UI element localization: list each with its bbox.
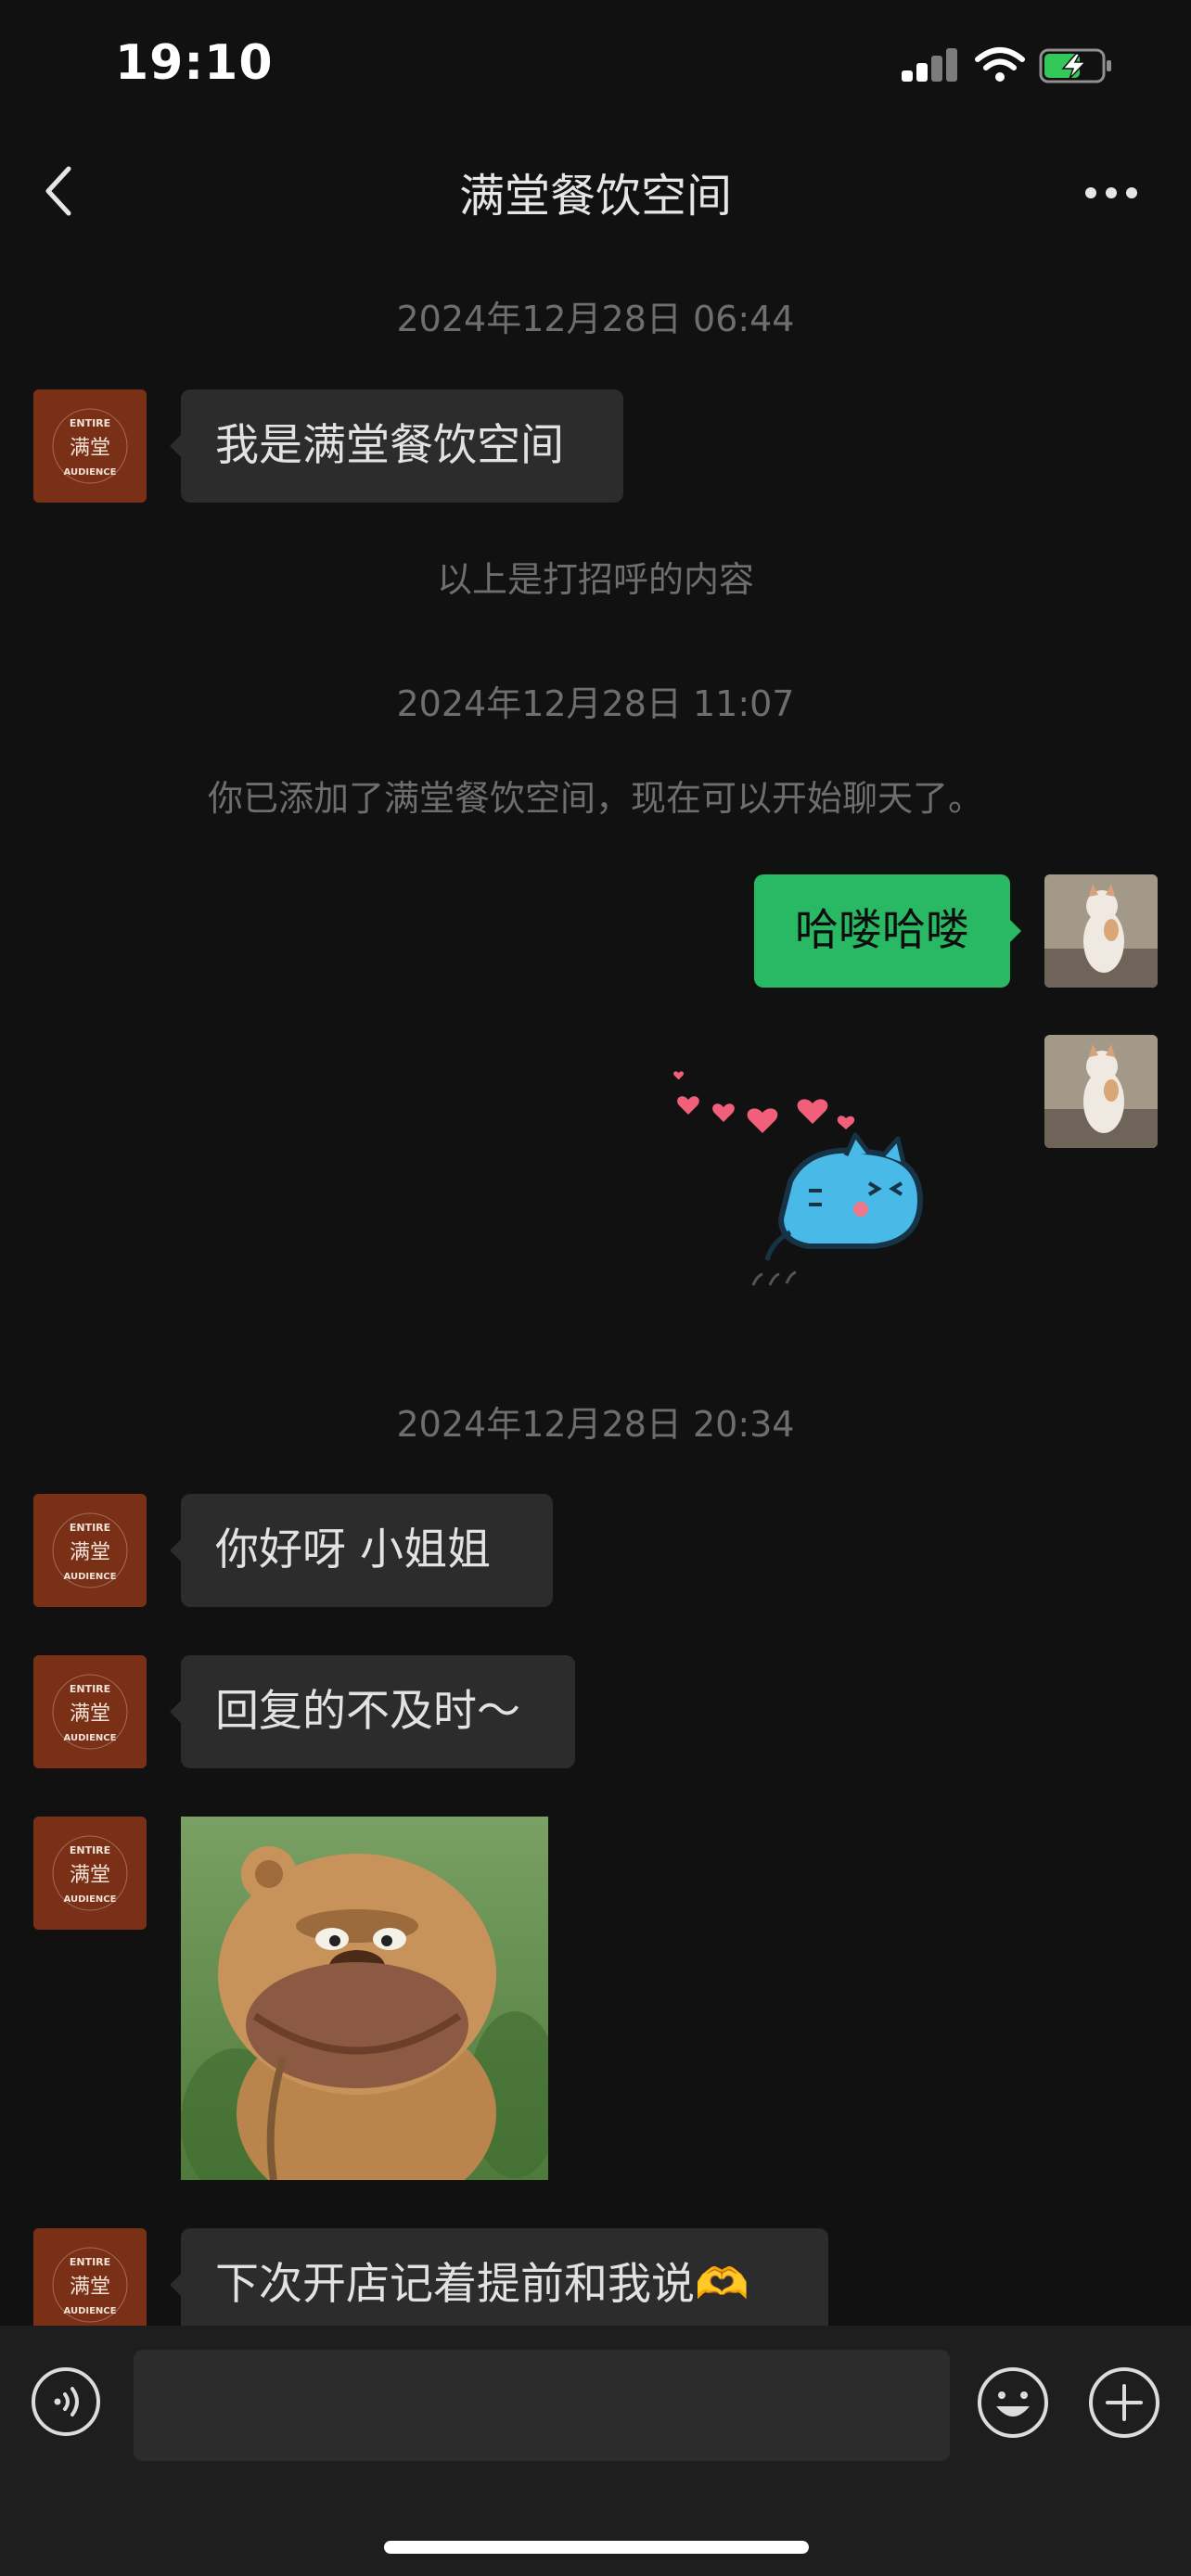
svg-text:ENTIRE: ENTIRE [70, 1683, 110, 1695]
brand-logo: ENTIRE 满堂 AUDIENCE [33, 1655, 147, 1768]
svg-text:ENTIRE: ENTIRE [70, 1522, 110, 1534]
motion-lines-icon [751, 1270, 797, 1286]
chat-title: 满堂餐饮空间 [458, 170, 732, 223]
contact-avatar[interactable]: ENTIRE 满堂 AUDIENCE [33, 2228, 147, 2341]
svg-text:满堂: 满堂 [70, 1541, 110, 1564]
svg-text:满堂: 满堂 [70, 2276, 110, 2299]
plus-icon [1089, 2367, 1159, 2438]
voice-icon [32, 2367, 100, 2436]
emoji-button[interactable] [976, 2366, 1050, 2440]
brand-logo: ENTIRE 满堂 AUDIENCE [33, 1494, 147, 1607]
svg-text:ENTIRE: ENTIRE [70, 417, 110, 429]
home-indicator [384, 2541, 809, 2554]
svg-text:AUDIENCE: AUDIENCE [64, 1894, 117, 1905]
message-text: 你好呀 小姐姐 [215, 1524, 491, 1575]
message-text: 我是满堂餐饮空间 [215, 420, 564, 471]
wifi-icon [975, 47, 1025, 82]
message-text: 下次开店记着提前和我说🫶 [215, 2259, 749, 2310]
svg-text:AUDIENCE: AUDIENCE [64, 2306, 117, 2316]
my-avatar[interactable] [1044, 874, 1158, 988]
message-bubble-incoming[interactable]: 回复的不及时～ [170, 1655, 575, 1768]
contact-avatar[interactable]: ENTIRE 满堂 AUDIENCE [33, 389, 147, 503]
svg-text:ENTIRE: ENTIRE [70, 2256, 110, 2268]
svg-text:满堂: 满堂 [70, 1864, 110, 1887]
blue-cat-sticker[interactable] [670, 1070, 957, 1302]
hearts-icon [673, 1071, 855, 1133]
message-bubble-incoming[interactable]: 我是满堂餐饮空间 [170, 389, 623, 503]
svg-text:AUDIENCE: AUDIENCE [64, 467, 117, 478]
svg-text:AUDIENCE: AUDIENCE [64, 1733, 117, 1743]
voice-button[interactable] [30, 2366, 102, 2438]
plus-button[interactable] [1087, 2366, 1161, 2440]
battery-charging-icon [1039, 48, 1111, 83]
timestamp: 2024年12月28日 11:07 [396, 683, 795, 724]
message-bubble-outgoing[interactable]: 哈喽哈喽 [754, 874, 1021, 988]
svg-text:AUDIENCE: AUDIENCE [64, 1572, 117, 1582]
message-bubble-incoming[interactable]: 下次开店记着提前和我说🫶 [170, 2228, 828, 2341]
svg-text:满堂: 满堂 [70, 1702, 110, 1726]
message-text: 哈喽哈喽 [795, 905, 969, 956]
brand-logo: ENTIRE 满堂 AUDIENCE [33, 389, 147, 503]
cellular-signal-icon [902, 48, 957, 82]
brand-logo: ENTIRE 满堂 AUDIENCE [33, 1817, 147, 1930]
status-time: 19:10 [115, 35, 274, 91]
contact-avatar[interactable]: ENTIRE 满堂 AUDIENCE [33, 1494, 147, 1607]
cat-photo [1044, 874, 1158, 988]
system-note: 你已添加了满堂餐饮空间，现在可以开始聊天了。 [207, 778, 983, 819]
more-button[interactable] [1083, 185, 1139, 204]
system-note: 以上是打招呼的内容 [436, 559, 754, 600]
my-avatar[interactable] [1044, 1035, 1158, 1148]
bear-meme-image[interactable] [181, 1817, 548, 2180]
emoji-icon [978, 2367, 1048, 2438]
bear-illustration [181, 1817, 548, 2180]
brand-logo: ENTIRE 满堂 AUDIENCE [33, 2228, 147, 2341]
cat-icon [764, 1132, 924, 1261]
more-dots-icon [1085, 187, 1096, 198]
contact-avatar[interactable]: ENTIRE 满堂 AUDIENCE [33, 1817, 147, 1930]
timestamp: 2024年12月28日 06:44 [396, 299, 795, 339]
svg-text:满堂: 满堂 [70, 437, 110, 460]
message-text: 回复的不及时～ [215, 1686, 520, 1737]
svg-text:ENTIRE: ENTIRE [70, 1844, 110, 1856]
contact-avatar[interactable]: ENTIRE 满堂 AUDIENCE [33, 1655, 147, 1768]
message-input[interactable] [134, 2350, 950, 2461]
timestamp: 2024年12月28日 20:34 [396, 1404, 795, 1445]
cat-photo [1044, 1035, 1158, 1148]
message-bubble-incoming[interactable]: 你好呀 小姐姐 [170, 1494, 553, 1607]
